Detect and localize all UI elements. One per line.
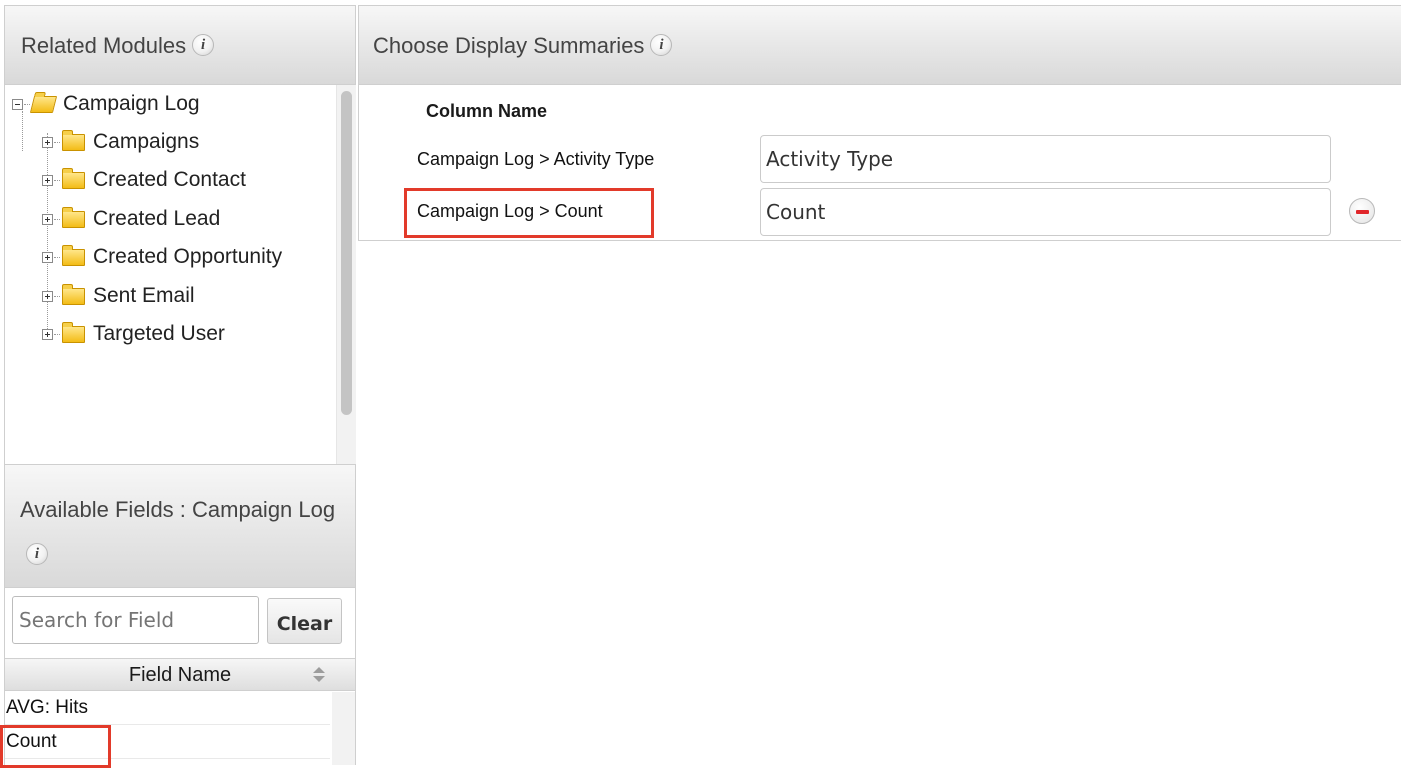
open-folder-icon — [29, 95, 58, 113]
tree-node-created-contact[interactable]: Created Contact — [42, 167, 246, 193]
clear-button[interactable]: Clear — [267, 598, 342, 644]
module-tree: Campaign Log Campaigns Created Contact C… — [4, 85, 356, 464]
folder-icon — [62, 167, 85, 189]
tree-node-created-opportunity[interactable]: Created Opportunity — [42, 244, 282, 270]
display-summaries-header: Choose Display Summaries i — [358, 5, 1401, 85]
expand-icon[interactable] — [42, 251, 53, 263]
tree-scrollbar-thumb[interactable] — [341, 91, 352, 415]
field-table: Field Name AVG: Hits Count — [4, 656, 356, 765]
remove-icon[interactable] — [1349, 198, 1375, 224]
summary-display-name-input[interactable] — [760, 188, 1331, 236]
search-field-input[interactable] — [12, 596, 259, 644]
expand-icon[interactable] — [42, 290, 53, 302]
column-name-header: Column Name — [426, 101, 548, 121]
summary-display-name-input[interactable] — [760, 135, 1331, 183]
tree-node-created-lead[interactable]: Created Lead — [42, 206, 220, 232]
field-search-bar: Clear — [4, 588, 356, 656]
field-table-scrollbar[interactable] — [332, 692, 355, 765]
related-modules-header: Related Modules i — [4, 5, 356, 85]
tree-node-label: Campaign Log — [63, 92, 200, 115]
field-name-column-header[interactable]: Field Name — [5, 658, 355, 691]
info-icon[interactable]: i — [192, 34, 215, 56]
tree-node-label: Campaigns — [93, 130, 200, 153]
folder-icon — [62, 283, 85, 305]
expand-icon[interactable] — [42, 328, 53, 340]
table-row[interactable]: Count — [5, 726, 330, 759]
tree-node-label: Sent Email — [93, 284, 195, 307]
tree-node-label: Created Lead — [93, 207, 221, 230]
folder-icon — [62, 129, 85, 151]
available-fields-header: Available Fields : Campaign Log i — [4, 464, 356, 588]
display-summaries-table: Column Name Campaign Log > Activity Type… — [358, 85, 1401, 241]
info-icon[interactable]: i — [650, 34, 673, 56]
tree-node-targeted-user[interactable]: Targeted User — [42, 321, 225, 347]
tree-node-campaigns[interactable]: Campaigns — [42, 129, 199, 155]
tree-scrollbar[interactable] — [336, 85, 356, 464]
folder-icon — [62, 244, 85, 266]
tree-node-label: Created Opportunity — [93, 245, 283, 268]
tree-node-sent-email[interactable]: Sent Email — [42, 283, 195, 309]
display-summaries-title: Choose Display Summaries — [373, 33, 645, 58]
tree-node-label: Targeted User — [93, 322, 225, 345]
sort-icon[interactable] — [313, 667, 325, 683]
tree-node-campaign-log[interactable]: Campaign Log — [12, 91, 200, 117]
column-header-label: Field Name — [128, 664, 232, 686]
tree-node-label: Created Contact — [93, 168, 246, 191]
related-modules-title: Related Modules — [21, 33, 187, 58]
expand-icon[interactable] — [42, 213, 53, 225]
tree-connector — [22, 111, 23, 151]
expand-icon[interactable] — [42, 136, 53, 148]
info-icon[interactable]: i — [26, 543, 48, 565]
summary-row-label: Campaign Log > Activity Type — [417, 149, 655, 169]
folder-icon — [62, 321, 85, 343]
folder-icon — [62, 206, 85, 228]
expand-icon[interactable] — [42, 174, 53, 186]
table-row[interactable]: AVG: Hits — [5, 692, 330, 725]
collapse-icon[interactable] — [12, 98, 23, 110]
summary-row-label: Campaign Log > Count — [417, 201, 603, 221]
available-fields-title: Available Fields : Campaign Log — [20, 497, 336, 522]
